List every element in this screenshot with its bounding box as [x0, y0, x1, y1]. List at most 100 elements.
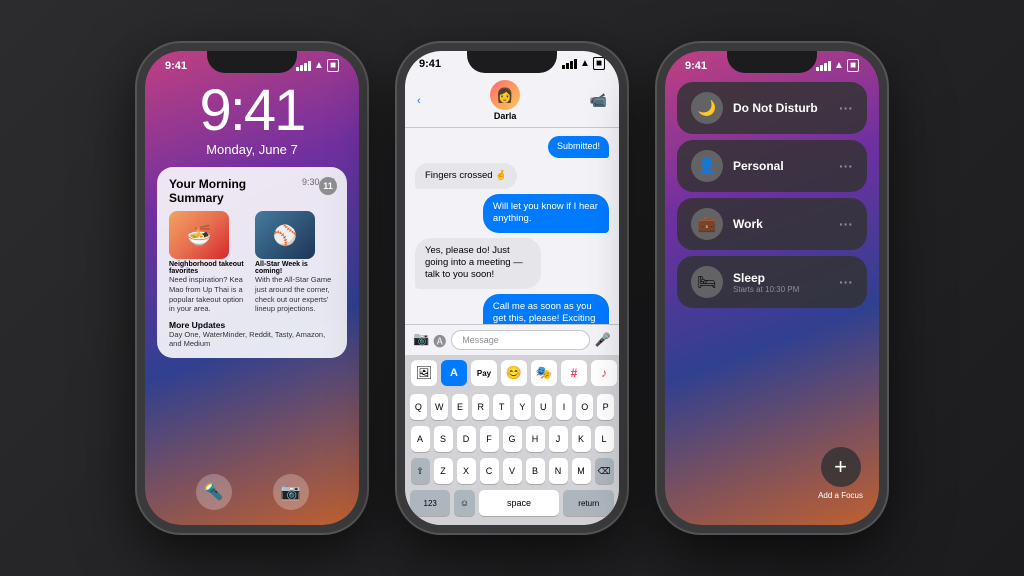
key-p[interactable]: P: [597, 394, 614, 420]
sleep-focus-icon: 🛏: [697, 273, 716, 291]
key-numbers[interactable]: 123: [410, 490, 450, 516]
key-delete[interactable]: ⌫: [595, 458, 614, 484]
person-focus-icon: 👤: [698, 157, 717, 175]
focus-screen: 9:41 ▲ ■: [665, 51, 879, 525]
sleep-icon-circle: 🛏: [691, 266, 723, 298]
contact-name: Darla: [490, 111, 520, 121]
key-q[interactable]: Q: [410, 394, 427, 420]
notif-food-img: 🍜: [169, 211, 229, 259]
key-m[interactable]: M: [572, 458, 591, 484]
focus-bg: 9:41 ▲ ■: [665, 51, 879, 525]
key-i[interactable]: I: [556, 394, 573, 420]
focus-item-work[interactable]: 💼 Work ···: [677, 198, 867, 250]
key-k[interactable]: K: [572, 426, 591, 452]
key-x[interactable]: X: [457, 458, 476, 484]
focus-personal-name: Personal: [733, 159, 829, 173]
key-t[interactable]: T: [493, 394, 510, 420]
add-focus-circle: +: [821, 447, 861, 487]
message-placeholder: Message: [462, 335, 499, 345]
focus-sleep-more[interactable]: ···: [839, 274, 853, 290]
input-icons: 📷 🅐: [413, 331, 446, 350]
messages-header: ‹ 👩 Darla 📹: [405, 72, 619, 128]
focus-sleep-text: Sleep Starts at 10:30 PM: [733, 271, 829, 294]
photos-icon[interactable]: 🖼: [411, 360, 437, 386]
microphone-icon[interactable]: 🎤: [595, 332, 611, 348]
focus-item-dnd[interactable]: 🌙 Do Not Disturb ···: [677, 82, 867, 134]
lock-status-icons: ▲ ■: [296, 59, 339, 72]
msg-status-icons: ▲ ■: [562, 57, 605, 70]
lock-date: Monday, June 7: [145, 142, 359, 157]
key-l[interactable]: L: [595, 426, 614, 452]
key-d[interactable]: D: [457, 426, 476, 452]
msg-battery-icon: ■: [593, 57, 605, 70]
key-emoji[interactable]: ☺: [454, 490, 474, 516]
lockscreen-screen: 9:41 ▲ ■ 9:41 Monday: [145, 51, 359, 525]
notif-badge: 11: [319, 177, 337, 195]
focus-work-text: Work: [733, 217, 829, 231]
msg-time-status: 9:41: [419, 58, 441, 70]
key-a[interactable]: A: [411, 426, 430, 452]
camera-input-icon[interactable]: 📷: [413, 331, 429, 350]
key-s[interactable]: S: [434, 426, 453, 452]
key-g[interactable]: G: [503, 426, 522, 452]
focus-item-personal[interactable]: 👤 Personal ···: [677, 140, 867, 192]
key-f[interactable]: F: [480, 426, 499, 452]
message-text-2: Will let you know if I hear anything.: [493, 201, 598, 224]
add-focus-button[interactable]: + Add a Focus: [818, 447, 863, 500]
focus-sleep-sub: Starts at 10:30 PM: [733, 285, 829, 294]
back-button[interactable]: ‹: [417, 95, 421, 107]
camera-icon: 📷: [281, 482, 301, 502]
key-u[interactable]: U: [535, 394, 552, 420]
messages-screen: 9:41 ▲ ■ ‹: [405, 51, 619, 525]
emoji-app-bar: 🖼 A Pay 😊 🎭 # ♪: [405, 355, 619, 391]
flashlight-button[interactable]: 🔦: [196, 474, 232, 510]
work-focus-icon: 💼: [698, 215, 717, 233]
appstore-icon[interactable]: A: [441, 360, 467, 386]
key-z[interactable]: Z: [434, 458, 453, 484]
notif-story1-label: Neighborhood takeout favorites: [169, 261, 249, 275]
key-n[interactable]: N: [549, 458, 568, 484]
applepay-icon[interactable]: Pay: [471, 360, 497, 386]
memoji-icon[interactable]: 😊: [501, 360, 527, 386]
keyboard: Q W E R T Y U I O P A S D: [405, 391, 619, 525]
key-b[interactable]: B: [526, 458, 545, 484]
key-e[interactable]: E: [452, 394, 469, 420]
focus-dnd-name: Do Not Disturb: [733, 101, 829, 115]
keyboard-row-bottom: 123 ☺ space return: [405, 487, 619, 519]
video-call-button[interactable]: 📹: [590, 92, 607, 109]
message-input-field[interactable]: Message: [451, 330, 590, 350]
focus-item-sleep[interactable]: 🛏 Sleep Starts at 10:30 PM ···: [677, 256, 867, 308]
focus-personal-more[interactable]: ···: [839, 158, 853, 174]
focus-work-more[interactable]: ···: [839, 216, 853, 232]
battery-icon: ■: [327, 59, 339, 72]
notif-story2-desc: With the All-Star Game just around the c…: [255, 275, 335, 314]
key-v[interactable]: V: [503, 458, 522, 484]
key-r[interactable]: R: [472, 394, 489, 420]
focus-dnd-more[interactable]: ···: [839, 100, 853, 116]
notification-card[interactable]: 9:30 AM 11 Your Morning Summary 🍜 Neighb…: [157, 167, 347, 358]
focus-battery-icon: ■: [847, 59, 859, 72]
notif-more-desc: Day One, WaterMinder, Reddit, Tasty, Ama…: [169, 330, 335, 348]
key-return[interactable]: return: [563, 490, 614, 516]
key-o[interactable]: O: [576, 394, 593, 420]
key-h[interactable]: H: [526, 426, 545, 452]
music-icon[interactable]: ♪: [591, 360, 617, 386]
notch-2: [467, 51, 557, 73]
key-shift[interactable]: ⇧: [411, 458, 430, 484]
camera-button[interactable]: 📷: [273, 474, 309, 510]
key-c[interactable]: C: [480, 458, 499, 484]
lockscreen-bg: 9:41 ▲ ■ 9:41 Monday: [145, 51, 359, 525]
key-y[interactable]: Y: [514, 394, 531, 420]
messages-bg: 9:41 ▲ ■ ‹: [405, 51, 619, 525]
keyboard-row-1: Q W E R T Y U I O P: [405, 391, 619, 423]
key-j[interactable]: J: [549, 426, 568, 452]
stickers-icon[interactable]: 🎭: [531, 360, 557, 386]
notch-3: [727, 51, 817, 73]
key-space[interactable]: space: [479, 490, 560, 516]
contact-info[interactable]: 👩 Darla: [490, 80, 520, 121]
signal-icon: [296, 61, 311, 71]
message-text-4: Call me as soon as you get this, please!…: [493, 301, 595, 324]
hashtag-icon[interactable]: #: [561, 360, 587, 386]
app-input-icon[interactable]: 🅐: [433, 331, 446, 350]
key-w[interactable]: W: [431, 394, 448, 420]
